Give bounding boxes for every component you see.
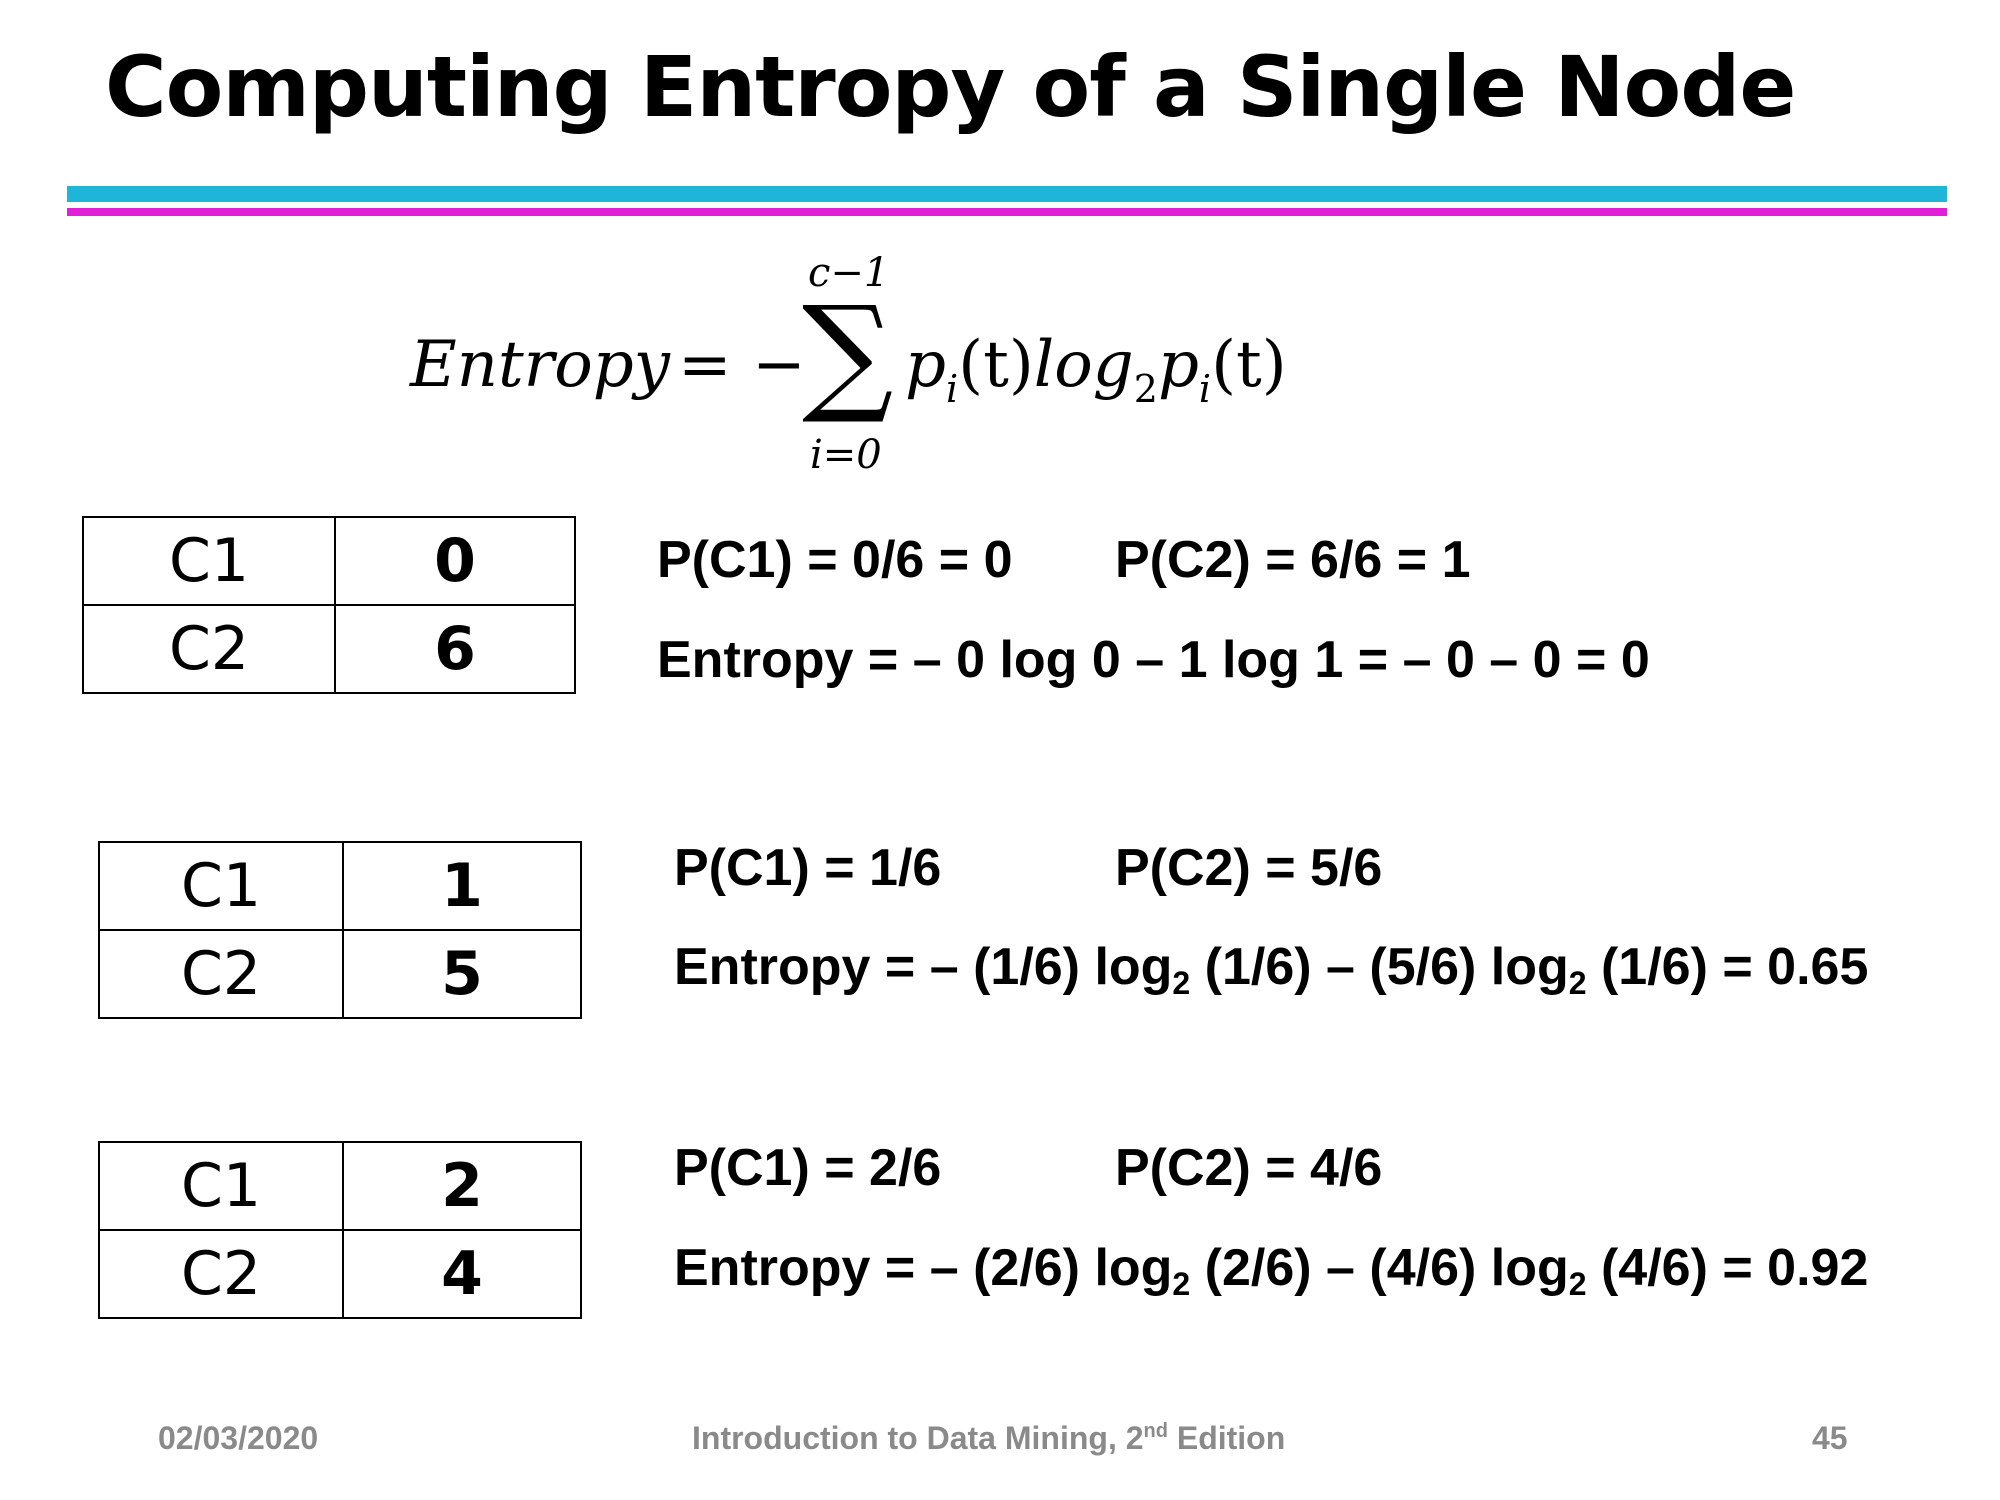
class-label: C2 bbox=[98, 1229, 344, 1319]
formula-p: p bbox=[905, 328, 946, 402]
table-row: C2 5 bbox=[98, 929, 582, 1019]
formula-p2-sub: i bbox=[1198, 367, 1212, 411]
entropy-calc-2: Entropy = – (1/6) log2 (1/6) – (5/6) log… bbox=[674, 937, 1868, 1002]
formula-p2: p bbox=[1157, 328, 1199, 402]
prob-c2-1: P(C2) = 6/6 = 1 bbox=[1115, 531, 1471, 589]
table-row: C2 4 bbox=[98, 1229, 582, 1319]
entropy-formula: Entropy = − c−1 ∑ i=0 pi(t)log2pi(t) bbox=[0, 0, 2000, 500]
formula-minus: − bbox=[752, 328, 806, 402]
footer-book-suffix: Edition bbox=[1167, 1420, 1286, 1456]
class-count: 0 bbox=[334, 516, 576, 606]
table-row: C2 6 bbox=[82, 604, 576, 694]
formula-t2: (t) bbox=[1211, 328, 1287, 402]
footer-book-sup: nd bbox=[1143, 1420, 1168, 1442]
log-base: 2 bbox=[1568, 1266, 1587, 1302]
entropy-calc-part: (2/6) – (4/6) log bbox=[1190, 1239, 1569, 1297]
class-count: 1 bbox=[342, 841, 582, 931]
prob-c1-3: P(C1) = 2/6 bbox=[674, 1139, 942, 1197]
table-row: C1 0 bbox=[82, 516, 576, 606]
formula-lhs: Entropy bbox=[410, 328, 670, 402]
formula-log-base: 2 bbox=[1133, 367, 1158, 411]
class-label: C1 bbox=[82, 516, 336, 606]
log-base: 2 bbox=[1568, 965, 1587, 1001]
count-table-2: C1 1 C2 5 bbox=[98, 841, 582, 1019]
footer-book-text: Introduction to Data Mining, 2 bbox=[692, 1420, 1144, 1456]
sum-symbol: ∑ bbox=[802, 279, 894, 428]
entropy-calc-part: (1/6) = 0.65 bbox=[1586, 938, 1869, 996]
class-label: C2 bbox=[98, 929, 344, 1019]
footer-date: 02/03/2020 bbox=[158, 1420, 319, 1456]
count-table-3: C1 2 C2 4 bbox=[98, 1141, 582, 1319]
prob-c2-2: P(C2) = 5/6 bbox=[1115, 839, 1383, 897]
prob-c1-2: P(C1) = 1/6 bbox=[674, 839, 942, 897]
class-label: C1 bbox=[98, 841, 344, 931]
footer-page-number: 45 bbox=[1812, 1420, 1848, 1456]
formula-p-sub: i bbox=[945, 367, 959, 411]
table-row: C1 1 bbox=[98, 841, 582, 931]
formula-rhs: pi(t)log2pi(t) bbox=[905, 328, 1287, 411]
class-count: 5 bbox=[342, 929, 582, 1019]
entropy-calc-part: (4/6) = 0.92 bbox=[1586, 1239, 1869, 1297]
log-base: 2 bbox=[1172, 965, 1191, 1001]
class-count: 4 bbox=[342, 1229, 582, 1319]
class-label: C2 bbox=[82, 604, 336, 694]
prob-c2-3: P(C2) = 4/6 bbox=[1115, 1139, 1383, 1197]
log-base: 2 bbox=[1172, 1266, 1191, 1302]
slide: Computing Entropy of a Single Node Entro… bbox=[0, 0, 2000, 1500]
class-count: 6 bbox=[334, 604, 576, 694]
entropy-calc-part: Entropy = – (1/6) log bbox=[674, 938, 1173, 996]
table-row: C1 2 bbox=[98, 1141, 582, 1231]
formula-equals: = bbox=[678, 328, 732, 402]
footer-book-title: Introduction to Data Mining, 2nd Edition bbox=[692, 1420, 1285, 1457]
entropy-calc-1: Entropy = – 0 log 0 – 1 log 1 = – 0 – 0 … bbox=[657, 631, 1650, 689]
entropy-calc-part: (1/6) – (5/6) log bbox=[1190, 938, 1569, 996]
prob-c1-1: P(C1) = 0/6 = 0 bbox=[657, 531, 1013, 589]
formula-log: log bbox=[1033, 328, 1134, 402]
class-count: 2 bbox=[342, 1141, 582, 1231]
count-table-1: C1 0 C2 6 bbox=[82, 516, 576, 694]
formula-t: (t) bbox=[958, 328, 1034, 402]
entropy-calc-3: Entropy = – (2/6) log2 (2/6) – (4/6) log… bbox=[674, 1238, 1868, 1303]
entropy-calc-part: Entropy = – (2/6) log bbox=[674, 1239, 1173, 1297]
class-label: C1 bbox=[98, 1141, 344, 1231]
sum-lower-limit: i=0 bbox=[810, 432, 882, 478]
